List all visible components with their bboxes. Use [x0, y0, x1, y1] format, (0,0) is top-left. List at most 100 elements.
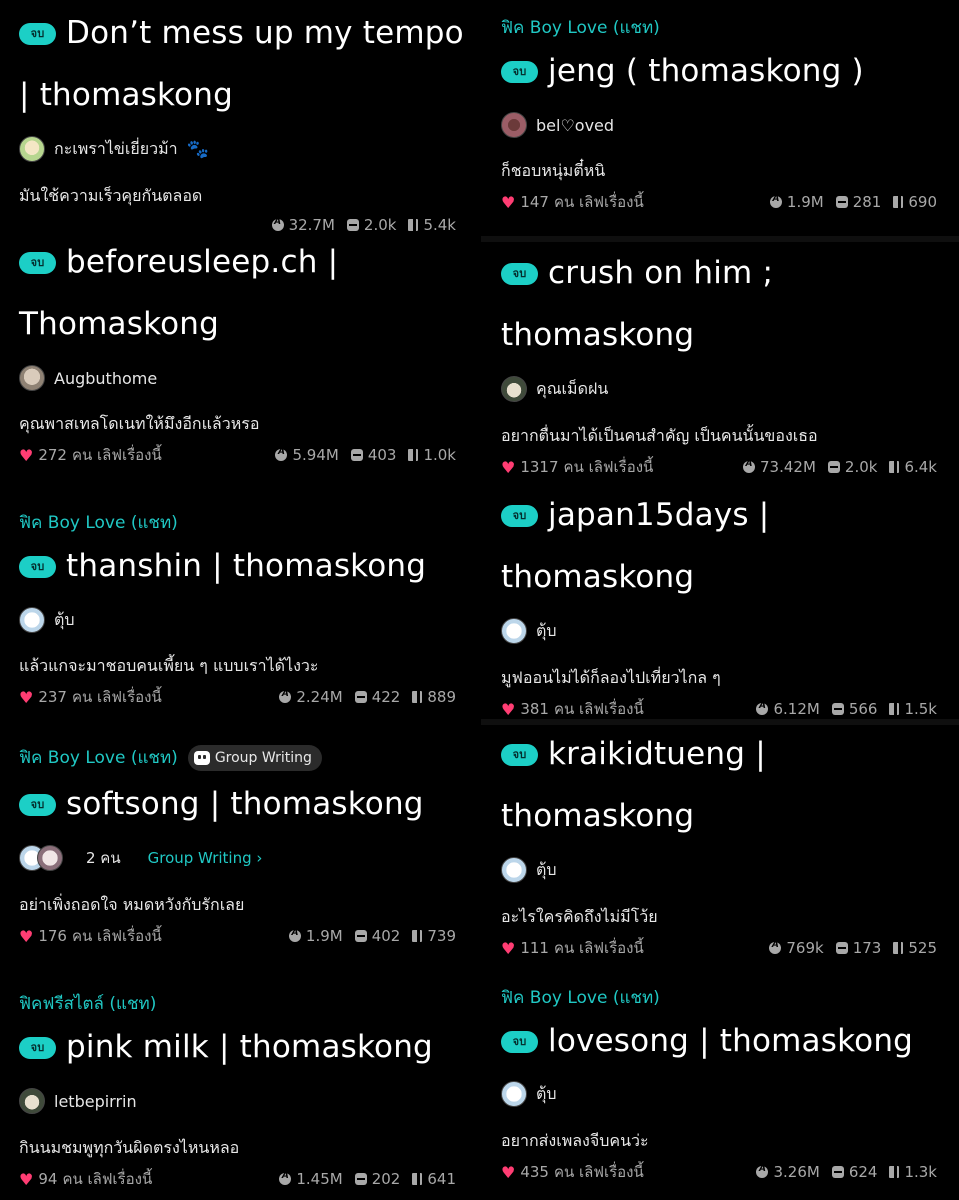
story-title[interactable]: จบ softsong | thomaskong: [19, 773, 468, 835]
story-title[interactable]: จบ thanshin | thomaskong: [19, 535, 468, 597]
story-title[interactable]: จบ jeng ( thomaskong ): [501, 40, 949, 102]
read-count-icon: [288, 928, 301, 942]
author-row[interactable]: ตุ้บ: [501, 857, 557, 883]
likes[interactable]: ♥ 237 คน เลิฟเรื่องนี้: [19, 685, 162, 709]
stats-group: 1.9M 281 690: [769, 193, 937, 211]
story-card[interactable]: ฟิค Boy Love (แชท) Group Writing จบ softs…: [0, 733, 478, 970]
chapter-icon: [408, 449, 419, 461]
likes[interactable]: ♥ 381 คน เลิฟเรื่องนี้: [501, 697, 644, 721]
stats-group: 73.42M 2.0k 6.4k: [743, 458, 937, 476]
author-avatar: [19, 1088, 45, 1114]
story-title[interactable]: จบ Don’t mess up my tempo | thomaskong: [19, 2, 468, 126]
likes[interactable]: ♥ 176 คน เลิฟเรื่องนี้: [19, 924, 162, 948]
story-description: อย่าเพิ่งถอดใจ หมดหวังกับรักเลย: [19, 895, 245, 914]
chapter-icon: [889, 461, 900, 473]
story-title[interactable]: จบ crush on him ; thomaskong: [501, 242, 801, 366]
chapter-icon: [412, 691, 423, 703]
author-row[interactable]: ตุ้บ: [19, 607, 75, 633]
comment-icon: [835, 942, 848, 954]
story-category[interactable]: ฟิค Boy Love (แชท): [19, 744, 178, 771]
story-card[interactable]: จบ beforeusleep.ch | Thomaskong Augbuthom…: [0, 240, 478, 480]
author-avatar: [501, 376, 527, 402]
chapter-icon: [889, 1166, 900, 1178]
author-row[interactable]: letbepirrin: [19, 1088, 137, 1114]
story-title[interactable]: จบ pink milk | thomaskong: [19, 1016, 468, 1078]
read-count-icon: [279, 689, 292, 703]
stats-row: ♥111 คน เลิฟเรื่องนี้ 769k 173 525: [501, 936, 937, 960]
author-name: ตุ้บ: [536, 1083, 557, 1103]
story-card[interactable]: จบ crush on him ; thomaskong คุณเม็ดฝน อย…: [481, 242, 959, 480]
story-category[interactable]: ฟิค Boy Love (แชท): [501, 14, 660, 41]
author-row[interactable]: 2 คน Group Writing ›: [19, 845, 262, 871]
comment-icon: [354, 691, 367, 703]
likes[interactable]: ♥ 1317 คน เลิฟเรื่องนี้: [501, 455, 653, 479]
chapter-icon: [893, 942, 904, 954]
story-description: คุณพาสเทลโดเนทให้มึงอีกแล้วหรอ: [19, 414, 260, 433]
story-title[interactable]: จบ beforeusleep.ch | Thomaskong: [19, 231, 349, 355]
story-card[interactable]: จบ japan15days | thomaskong ตุ้บ มูฟออนไม…: [481, 484, 959, 721]
stats-row: ♥435 คน เลิฟเรื่องนี้ 3.26M 624 1.3k: [501, 1160, 937, 1184]
chapter-count: 641: [427, 1170, 456, 1188]
read-count: 2.24M: [296, 688, 343, 706]
story-card[interactable]: ฟิคฟรีสไตล์ (แชท) จบ pink milk | thomasko…: [0, 976, 478, 1200]
story-description: แล้วแกจะมาชอบคนเพี้ยน ๆ แบบเราได้ไงวะ: [19, 656, 319, 675]
author-name: กะเพราไข่เยี่ยวม้า: [54, 138, 178, 158]
author-row[interactable]: Augbuthome: [19, 365, 157, 391]
read-count: 73.42M: [760, 458, 816, 476]
story-card[interactable]: ฟิค Boy Love (แชท) จบ thanshin | thomasko…: [0, 492, 478, 727]
stats-group: 769k 173 525: [769, 939, 937, 957]
author-row[interactable]: ตุ้บ: [501, 618, 557, 644]
author-row[interactable]: bel♡oved: [501, 112, 614, 138]
comment-icon: [835, 196, 848, 208]
story-category[interactable]: ฟิค Boy Love (แชท): [501, 984, 660, 1011]
completed-badge: จบ: [501, 505, 538, 527]
completed-badge: จบ: [19, 556, 56, 578]
story-title[interactable]: จบ japan15days | thomaskong: [501, 484, 801, 608]
author-avatar: [501, 1081, 527, 1107]
story-description: อะไรใครคิดถึงไม่มีโว้ย: [501, 907, 658, 926]
story-card[interactable]: จบ Don’t mess up my tempo | thomaskong กะ…: [0, 0, 478, 240]
story-category[interactable]: ฟิค Boy Love (แชท): [19, 509, 178, 536]
chapter-count: 5.4k: [423, 216, 456, 234]
stats-row: ♥381 คน เลิฟเรื่องนี้ 6.12M 566 1.5k: [501, 697, 937, 721]
author-avatar: [19, 365, 45, 391]
likes[interactable]: ♥ 272 คน เลิฟเรื่องนี้: [19, 443, 162, 467]
likes[interactable]: ♥ 435 คน เลิฟเรื่องนี้: [501, 1160, 644, 1184]
story-card[interactable]: ฟิค Boy Love (แชท) จบ lovesong | thomasko…: [481, 970, 959, 1200]
stats-group: 3.26M 624 1.3k: [756, 1163, 937, 1181]
author-count: 2 คน: [86, 849, 121, 867]
story-category[interactable]: ฟิคฟรีสไตล์ (แชท): [19, 990, 156, 1017]
heart-icon: ♥: [501, 1162, 516, 1182]
likes[interactable]: ♥ 111 คน เลิฟเรื่องนี้: [501, 936, 644, 960]
completed-badge: จบ: [501, 263, 538, 285]
heart-icon: ♥: [501, 192, 516, 212]
author-name: letbepirrin: [54, 1091, 137, 1111]
group-writing-chip[interactable]: Group Writing: [187, 744, 322, 771]
author-row[interactable]: กะเพราไข่เยี่ยวม้า 🐾: [19, 136, 209, 162]
story-title[interactable]: จบ lovesong | thomaskong: [501, 1010, 949, 1072]
group-writing-icon: [193, 750, 210, 765]
likes[interactable]: ♥ 94 คน เลิฟเรื่องนี้: [19, 1167, 152, 1191]
stats-row: ♥237 คน เลิฟเรื่องนี้ 2.24M 422 889: [19, 685, 456, 709]
story-description: อยากตื่นมาได้เป็นคนสำคัญ เป็นคนนั้นของเธ…: [501, 426, 818, 445]
read-count: 1.45M: [296, 1170, 343, 1188]
story-card[interactable]: จบ kraikidtueng | thomaskong ตุ้บ อะไรใคร…: [481, 725, 959, 965]
likes[interactable]: ♥ 147 คน เลิฟเรื่องนี้: [501, 190, 644, 214]
chapter-count: 1.3k: [904, 1163, 937, 1181]
comment-icon: [350, 449, 363, 461]
author-name: ตุ้บ: [536, 859, 557, 879]
chapter-icon: [412, 1173, 423, 1185]
read-count-icon: [743, 459, 756, 473]
story-card[interactable]: ฟิค Boy Love (แชท) จบ jeng ( thomaskong )…: [481, 0, 959, 234]
author-row[interactable]: ตุ้บ: [501, 1081, 557, 1107]
stats-group: 1.9M 402 739: [288, 927, 456, 945]
comment-count: 281: [852, 193, 882, 211]
group-writing-link[interactable]: Group Writing ›: [148, 849, 263, 867]
author-avatar: [501, 857, 527, 883]
story-title[interactable]: จบ kraikidtueng | thomaskong: [501, 723, 801, 847]
author-row[interactable]: คุณเม็ดฝน: [501, 376, 608, 402]
chapter-count: 739: [427, 927, 456, 945]
story-description: อยากส่งเพลงจีบคนว่ะ: [501, 1131, 649, 1150]
comment-icon: [831, 703, 844, 715]
left-column: จบ Don’t mess up my tempo | thomaskong กะ…: [0, 0, 478, 1200]
